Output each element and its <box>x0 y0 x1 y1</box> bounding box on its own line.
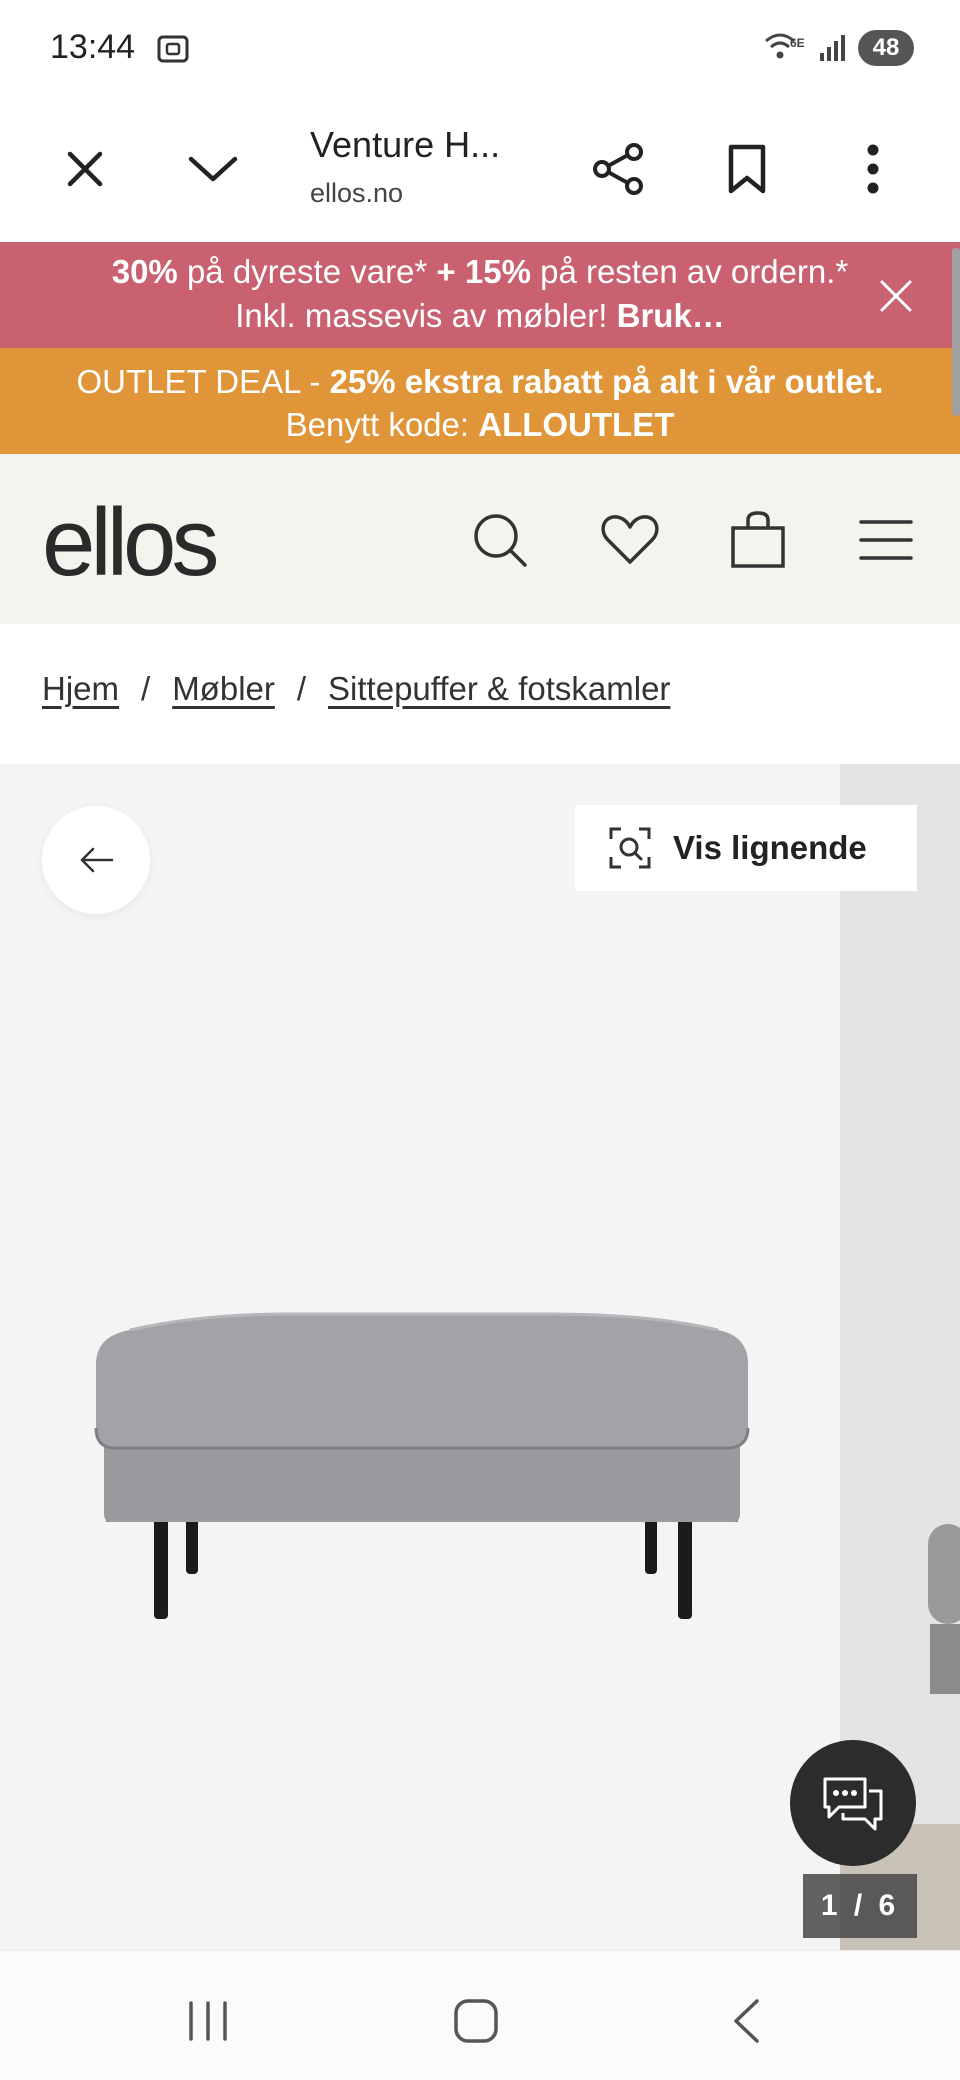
battery-indicator: 48 <box>858 30 914 66</box>
product-gallery[interactable]: Vis lignende 1 / 6 <box>0 764 960 1950</box>
network-type: 6E <box>790 36 805 50</box>
signal-icon <box>820 35 845 61</box>
browser-toolbar: Venture H... ellos.no <box>0 96 960 242</box>
promo-orange-bold-1: 25% ekstra rabatt på alt i vår outlet. <box>329 363 884 400</box>
show-similar-button[interactable]: Vis lignende <box>575 805 917 891</box>
breadcrumb-separator: / <box>296 670 307 707</box>
promo-banner-discount[interactable]: 30% på dyreste vare* + 15% på resten av … <box>0 242 960 348</box>
promo-orange-text-1: OUTLET DEAL - <box>76 363 330 400</box>
promo-red-bold-3: Bruk… <box>616 297 725 334</box>
status-time: 13:44 <box>50 28 136 66</box>
site-header: ellos <box>0 454 960 624</box>
wifi-icon: 6E <box>765 33 805 59</box>
show-similar-label: Vis lignende <box>673 829 867 866</box>
chevron-down-icon <box>188 156 238 182</box>
recent-apps-button[interactable] <box>178 1991 238 2051</box>
search-icon[interactable] <box>470 510 530 570</box>
breadcrumb-separator: / <box>141 670 151 707</box>
arrow-left-icon <box>80 847 114 873</box>
menu-icon[interactable] <box>856 510 916 570</box>
promo-orange-code: ALLOUTLET <box>478 406 675 443</box>
promo-orange-text-2: Benytt kode: <box>285 406 479 443</box>
back-nav-button[interactable] <box>716 1991 776 2051</box>
product-image-footstool <box>94 1312 750 1619</box>
share-icon <box>593 143 643 195</box>
close-icon <box>67 151 103 187</box>
screenshot-icon <box>157 35 189 63</box>
close-tab-button[interactable] <box>50 134 120 204</box>
back-icon <box>734 1999 759 2043</box>
bag-icon[interactable] <box>728 510 788 570</box>
status-indicators: 6E 48 <box>764 30 914 66</box>
promo-red-text-1: på dyreste vare* <box>177 253 437 290</box>
promo-banner-outlet[interactable]: OUTLET DEAL - 25% ekstra rabatt på alt i… <box>0 348 960 454</box>
visual-search-icon <box>609 827 651 869</box>
bookmark-icon <box>728 144 766 194</box>
promo-red-bold-1: 30% <box>111 253 178 290</box>
promo-red-bold-2: + 15% <box>436 253 531 290</box>
image-counter: 1 / 6 <box>803 1874 917 1938</box>
page-title[interactable]: Venture H... <box>310 124 500 166</box>
heart-icon[interactable] <box>600 510 660 570</box>
breadcrumb-link-poufs[interactable]: Sittepuffer & fotskamler <box>328 670 670 708</box>
status-bar: 13:44 6E 48 <box>0 0 960 96</box>
recent-apps-icon <box>189 2001 227 2041</box>
close-icon[interactable] <box>878 278 914 314</box>
bookmark-button[interactable] <box>712 134 782 204</box>
home-button[interactable] <box>446 1991 506 2051</box>
system-nav-bar <box>0 1950 960 2080</box>
breadcrumb-link-furniture[interactable]: Møbler <box>172 670 275 708</box>
share-button[interactable] <box>584 134 654 204</box>
more-vert-icon <box>867 144 879 194</box>
scrollbar[interactable] <box>952 248 960 416</box>
breadcrumb: Hjem / Møbler / Sittepuffer & fotskamler <box>42 670 670 708</box>
page-url[interactable]: ellos.no <box>310 178 403 209</box>
more-options-button[interactable] <box>838 134 908 204</box>
back-button[interactable] <box>42 806 150 914</box>
ellos-logo[interactable]: ellos <box>42 488 219 598</box>
minimize-tab-button[interactable] <box>178 134 248 204</box>
breadcrumb-link-home[interactable]: Hjem <box>42 670 119 708</box>
home-icon <box>454 1999 498 2043</box>
chat-button[interactable] <box>790 1740 916 1866</box>
chat-icon <box>823 1777 883 1831</box>
